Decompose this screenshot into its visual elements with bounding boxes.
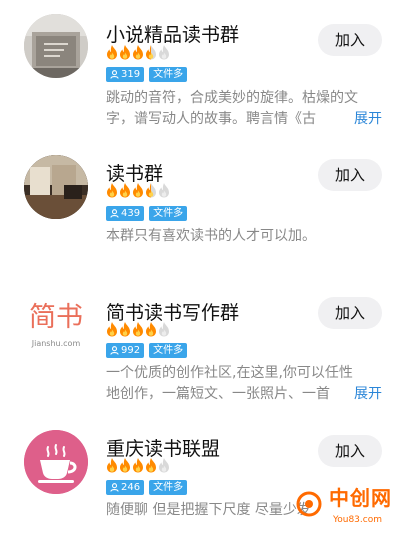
flame-icon <box>107 183 117 198</box>
group-description: 随便聊 但是把握下尺度 尽量少发 <box>106 500 326 521</box>
flame-icon <box>159 45 169 60</box>
member-count: 319 <box>121 69 141 80</box>
flame-icon <box>146 322 156 337</box>
flame-icon <box>120 458 130 473</box>
member-count-badge: 246 <box>106 480 145 495</box>
jianshu-logo: 简书 <box>29 302 83 333</box>
flame-icon <box>120 183 130 198</box>
group-avatar-4[interactable] <box>24 430 88 494</box>
description-line: 本群只有喜欢读书的人才可以加。 <box>106 228 316 244</box>
flame-icon <box>120 322 130 337</box>
flame-icon <box>133 322 143 337</box>
flame-icon <box>107 45 117 60</box>
flame-icon <box>107 322 117 337</box>
group-description: 本群只有喜欢读书的人才可以加。 <box>106 226 382 247</box>
activity-rating <box>106 321 170 337</box>
flame-icon <box>133 45 143 60</box>
jianshu-logo-domain: Jianshu.com <box>31 339 81 348</box>
activity-rating <box>106 182 170 198</box>
flame-icon <box>146 45 156 60</box>
join-button[interactable]: 加入 <box>318 297 382 329</box>
person-icon <box>110 209 119 218</box>
group-meta: 439 文件多 <box>106 206 188 221</box>
description-line: 一个优质的创作社区,在这里,你可以任性 <box>106 365 353 381</box>
group-avatar-3[interactable]: 简书 Jianshu.com <box>24 295 88 359</box>
person-icon <box>110 70 119 79</box>
member-count-badge: 992 <box>106 343 145 358</box>
group-description: 跳动的音符，合成美妙的旋律。枯燥的文 字，谱写动人的故事。聘言情《古 展开 <box>106 88 382 130</box>
group-meta: 992 文件多 <box>106 343 188 358</box>
watermark-text: 中创网 <box>329 486 392 510</box>
member-count: 439 <box>121 208 141 219</box>
group-avatar-2[interactable] <box>24 155 88 219</box>
member-count: 246 <box>121 482 141 493</box>
group-description: 一个优质的创作社区,在这里,你可以任性 地创作，一篇短文、一张照片、一首 展开 <box>106 363 382 405</box>
flame-icon <box>133 183 143 198</box>
activity-rating <box>106 457 170 473</box>
group-meta: 246 文件多 <box>106 480 188 495</box>
member-count-badge: 319 <box>106 67 145 82</box>
activity-rating <box>106 44 170 60</box>
watermark-mark-icon <box>296 491 322 517</box>
flame-icon <box>146 183 156 198</box>
join-button[interactable]: 加入 <box>318 159 382 191</box>
files-badge: 文件多 <box>149 480 188 495</box>
flame-icon <box>120 45 130 60</box>
join-button[interactable]: 加入 <box>318 435 382 467</box>
description-line: 跳动的音符，合成美妙的旋律。枯燥的文 <box>106 90 358 106</box>
person-icon <box>110 346 119 355</box>
member-count-badge: 439 <box>106 206 145 221</box>
flame-icon <box>133 458 143 473</box>
group-meta: 319 文件多 <box>106 67 188 82</box>
flame-icon <box>146 458 156 473</box>
expand-link[interactable]: 展开 <box>334 109 382 130</box>
group-name: 小说精品读书群 <box>106 24 240 46</box>
join-button[interactable]: 加入 <box>318 24 382 56</box>
files-badge: 文件多 <box>149 67 188 82</box>
files-badge: 文件多 <box>149 206 188 221</box>
flame-icon <box>159 183 169 198</box>
group-avatar-1[interactable] <box>24 14 88 78</box>
flame-icon <box>159 458 169 473</box>
flame-icon <box>107 458 117 473</box>
teacup-icon <box>24 430 88 494</box>
watermark-domain: You83.com <box>332 515 382 525</box>
expand-link[interactable]: 展开 <box>334 384 382 405</box>
member-count: 992 <box>121 345 141 356</box>
description-line: 随便聊 但是把握下尺度 尽量少发 <box>106 502 311 518</box>
person-icon <box>110 483 119 492</box>
flame-icon <box>159 322 169 337</box>
files-badge: 文件多 <box>149 343 188 358</box>
